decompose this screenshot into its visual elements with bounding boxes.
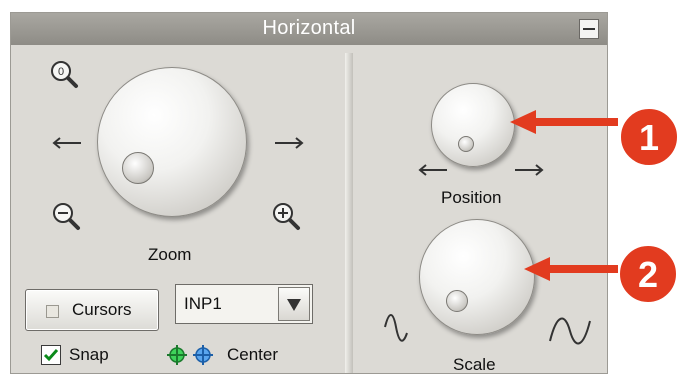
- cursors-indicator: [46, 305, 59, 318]
- blue-cursor-icon[interactable]: [193, 345, 213, 370]
- minus-icon: [583, 28, 595, 30]
- zoom-reset-icon[interactable]: 0: [49, 59, 79, 94]
- wave-large-icon[interactable]: [547, 313, 593, 354]
- scale-knob-indicator: [446, 290, 468, 312]
- position-left-arrow-icon: [417, 163, 449, 182]
- snap-label: Snap: [69, 345, 109, 364]
- zoom-in-icon[interactable]: [271, 201, 301, 236]
- zoom-knob[interactable]: [97, 67, 247, 217]
- zoom-out-icon[interactable]: [51, 201, 81, 236]
- cursors-label: Cursors: [72, 300, 132, 319]
- svg-text:0: 0: [58, 66, 64, 78]
- position-knob[interactable]: [431, 83, 515, 167]
- callout-1-number: 1: [639, 117, 659, 158]
- input-select[interactable]: INP1: [175, 284, 313, 324]
- panel-divider: [345, 53, 353, 373]
- input-select-value: INP1: [184, 294, 222, 313]
- panel-title: Horizontal: [262, 17, 356, 39]
- callout-2: 2: [524, 243, 679, 312]
- position-label: Position: [441, 188, 502, 207]
- callout-2-number: 2: [638, 254, 658, 295]
- wave-small-icon[interactable]: [381, 313, 411, 354]
- scale-knob[interactable]: [419, 219, 535, 335]
- panel-titlebar: Horizontal: [11, 13, 607, 45]
- arrow-right-icon: [273, 135, 305, 156]
- position-knob-indicator: [458, 136, 474, 152]
- minimize-button[interactable]: [579, 19, 599, 39]
- callout-1: 1: [510, 106, 679, 175]
- snap-checkbox[interactable]: [41, 345, 61, 365]
- arrow-left-icon: [51, 135, 83, 156]
- scale-label: Scale: [453, 355, 496, 374]
- zoom-label: Zoom: [148, 245, 192, 264]
- cursors-button[interactable]: Cursors: [25, 289, 159, 331]
- dropdown-arrow-icon[interactable]: [278, 287, 310, 321]
- zoom-knob-indicator: [122, 152, 154, 184]
- center-label: Center: [227, 345, 279, 364]
- green-cursor-icon[interactable]: [167, 345, 187, 370]
- horizontal-panel: Horizontal 0 Zoom Cursors INP1 Snap Cent…: [10, 12, 608, 374]
